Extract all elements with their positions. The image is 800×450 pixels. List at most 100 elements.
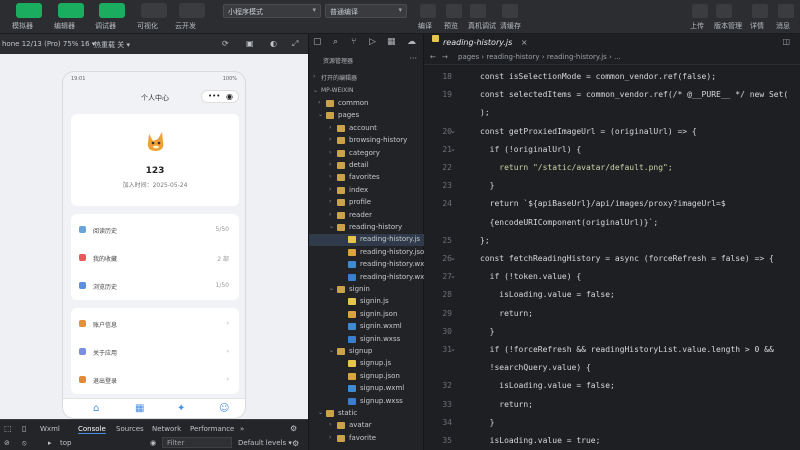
tree-item-wxss[interactable]: reading-history.wxss (309, 272, 432, 284)
avatar[interactable] (141, 128, 169, 156)
home-icon[interactable]: ⌂ (93, 403, 99, 414)
tree-item-folder[interactable]: › category (309, 148, 425, 160)
tree-item-js[interactable]: reading-history.js (309, 234, 425, 247)
settings-icon[interactable]: ⚙ (290, 424, 297, 433)
tree-item-folder[interactable]: › common (309, 98, 425, 110)
tree-item-folder[interactable]: › detail (309, 160, 425, 172)
toolbar-right-icon[interactable] (692, 4, 708, 18)
hot-reload-toggle[interactable]: 热重载 关 ▾ (94, 40, 130, 50)
tree-item-wxml[interactable]: signin.wxml (309, 321, 425, 333)
toolbar-button-0[interactable] (16, 3, 42, 18)
tree-item-wxss[interactable]: signin.wxss (309, 334, 425, 346)
menu-capsule[interactable]: ••• ◉ (201, 90, 239, 103)
toolbar-action-icon[interactable] (446, 4, 462, 18)
compile-select[interactable]: 普通编译 ▾ (325, 4, 407, 18)
more-icon[interactable]: ··· (409, 54, 417, 63)
tree-item-json[interactable]: signup.json (309, 371, 425, 383)
cloud-icon[interactable]: ☁ (407, 37, 416, 47)
tree-item-folder[interactable]: ⌄ pages (309, 110, 425, 122)
tree-item-json[interactable]: signin.json (309, 309, 425, 321)
console-settings-icon[interactable]: ⚙ (292, 439, 299, 448)
tree-item-folder[interactable]: › favorites (309, 172, 425, 184)
toolbar-right-icon[interactable] (752, 4, 768, 18)
device-toggle-icon[interactable]: ▯ (22, 424, 26, 433)
filter-input[interactable]: Filter (162, 437, 232, 448)
user-icon[interactable]: ☺ (219, 403, 229, 414)
source-control-icon[interactable]: ⑂ (351, 37, 356, 47)
back-icon[interactable]: ← (430, 53, 436, 61)
tree-item-folder[interactable]: › favorite (309, 433, 425, 445)
devtools-tab[interactable]: Network (152, 425, 181, 433)
inspect-icon[interactable]: ⬚ (4, 424, 12, 433)
rotate-icon[interactable]: ⟳ (222, 39, 229, 48)
open-editors-section[interactable]: › 打开的编辑器 (309, 72, 425, 84)
tree-item-folder[interactable]: › reader (309, 210, 425, 222)
toolbar-action-icon[interactable] (420, 4, 436, 18)
tree-item-folder[interactable]: › browsing-history (309, 135, 425, 147)
menu-item[interactable]: 浏览历史 1/50 (71, 272, 239, 300)
tree-item-folder[interactable]: ⌄ static (309, 408, 425, 420)
fold-chevron-icon[interactable]: ⌄ (450, 254, 456, 262)
sound-icon[interactable]: ◐ (270, 39, 277, 48)
tab-reading-history-js[interactable]: reading-history.js × (432, 34, 528, 51)
mode-select[interactable]: 小程序模式 ▾ (223, 4, 321, 18)
toolbar-button-3[interactable] (141, 3, 167, 18)
tree-item-folder[interactable]: ⌄ reading-history (309, 222, 425, 234)
fold-chevron-icon[interactable]: ⌄ (450, 345, 456, 353)
fold-chevron-icon[interactable]: ⌄ (450, 145, 456, 153)
toolbar-button-4[interactable] (179, 3, 205, 18)
debug-icon[interactable]: ▷ (369, 37, 376, 47)
menu-item[interactable]: 退出登录 › (71, 366, 239, 394)
breadcrumb-path[interactable]: pages › reading-history › reading-histor… (458, 53, 621, 61)
device-select[interactable]: hone 12/13 (Pro) 75% 16 ▾ (2, 40, 95, 48)
fold-chevron-icon[interactable]: ⌄ (450, 127, 456, 135)
tree-item-folder[interactable]: › avatar (309, 420, 425, 432)
devtools-tab[interactable]: Sources (116, 425, 144, 433)
devtools-tab[interactable]: Console (78, 425, 106, 434)
toolbar-action-icon[interactable] (470, 4, 486, 18)
screenshot-icon[interactable]: ▣ (246, 39, 254, 48)
grid-icon[interactable]: ▦ (135, 403, 144, 414)
levels-select[interactable]: Default levels ▾ (238, 439, 292, 447)
menu-item[interactable]: 账户信息 › (71, 310, 239, 338)
tree-item-json[interactable]: reading-history.json (309, 247, 429, 259)
tree-item-wxss[interactable]: signup.wxss (309, 396, 425, 408)
files-icon[interactable]: ▢ (313, 37, 322, 47)
toolbar-button-2[interactable] (99, 3, 125, 18)
clear-console-icon[interactable]: ⊘ (4, 439, 10, 447)
tree-item-wxml[interactable]: signup.wxml (309, 383, 425, 395)
devtools-tab[interactable]: Wxml (40, 425, 60, 433)
close-icon[interactable]: ◉ (226, 92, 233, 101)
menu-item[interactable]: 阅读历史 5/50 (71, 216, 239, 244)
tree-item-folder[interactable]: › profile (309, 197, 425, 209)
tree-item-folder[interactable]: ⌄ signup (309, 346, 425, 358)
more-icon[interactable]: ••• (208, 92, 220, 100)
tree-item-wxml[interactable]: reading-history.wxml (309, 259, 433, 271)
fold-chevron-icon[interactable]: ⌄ (450, 272, 456, 280)
context-select[interactable]: top (60, 439, 71, 447)
code-area[interactable]: 18 const isSelectionMode = common_vendor.… (424, 68, 800, 450)
devtools-tab[interactable]: Performance (190, 425, 234, 433)
devtools-tab[interactable]: » (240, 425, 244, 433)
tree-item-folder[interactable]: › account (309, 123, 425, 135)
menu-item[interactable]: 关于应用 › (71, 338, 239, 366)
forward-icon[interactable]: → (442, 53, 448, 61)
eye-icon[interactable]: ◉ (150, 439, 156, 447)
split-editor-icon[interactable]: ◫ (782, 37, 790, 46)
tree-item-folder[interactable]: › index (309, 185, 425, 197)
tree-item-folder[interactable]: ⌄ signin (309, 284, 425, 296)
project-section[interactable]: ⌄ MP-WEIXIN (309, 86, 425, 98)
extensions-icon[interactable]: ▦ (387, 37, 396, 47)
discover-icon[interactable]: ✦ (177, 403, 185, 414)
tree-item-js[interactable]: signin.js (309, 296, 425, 308)
toolbar-action-icon[interactable] (502, 4, 518, 18)
tree-item-js[interactable]: signup.js (309, 358, 425, 370)
close-tab-icon[interactable]: × (521, 38, 528, 47)
toolbar-right-icon[interactable] (716, 4, 732, 18)
fullscreen-icon[interactable]: ⤢ (292, 39, 298, 49)
block-icon[interactable]: ⦸ (22, 439, 27, 448)
toolbar-right-icon[interactable] (778, 4, 794, 18)
menu-item[interactable]: 我的收藏 2 部 (71, 244, 239, 272)
toolbar-button-1[interactable] (58, 3, 84, 18)
search-icon[interactable]: ⌕ (333, 37, 338, 47)
